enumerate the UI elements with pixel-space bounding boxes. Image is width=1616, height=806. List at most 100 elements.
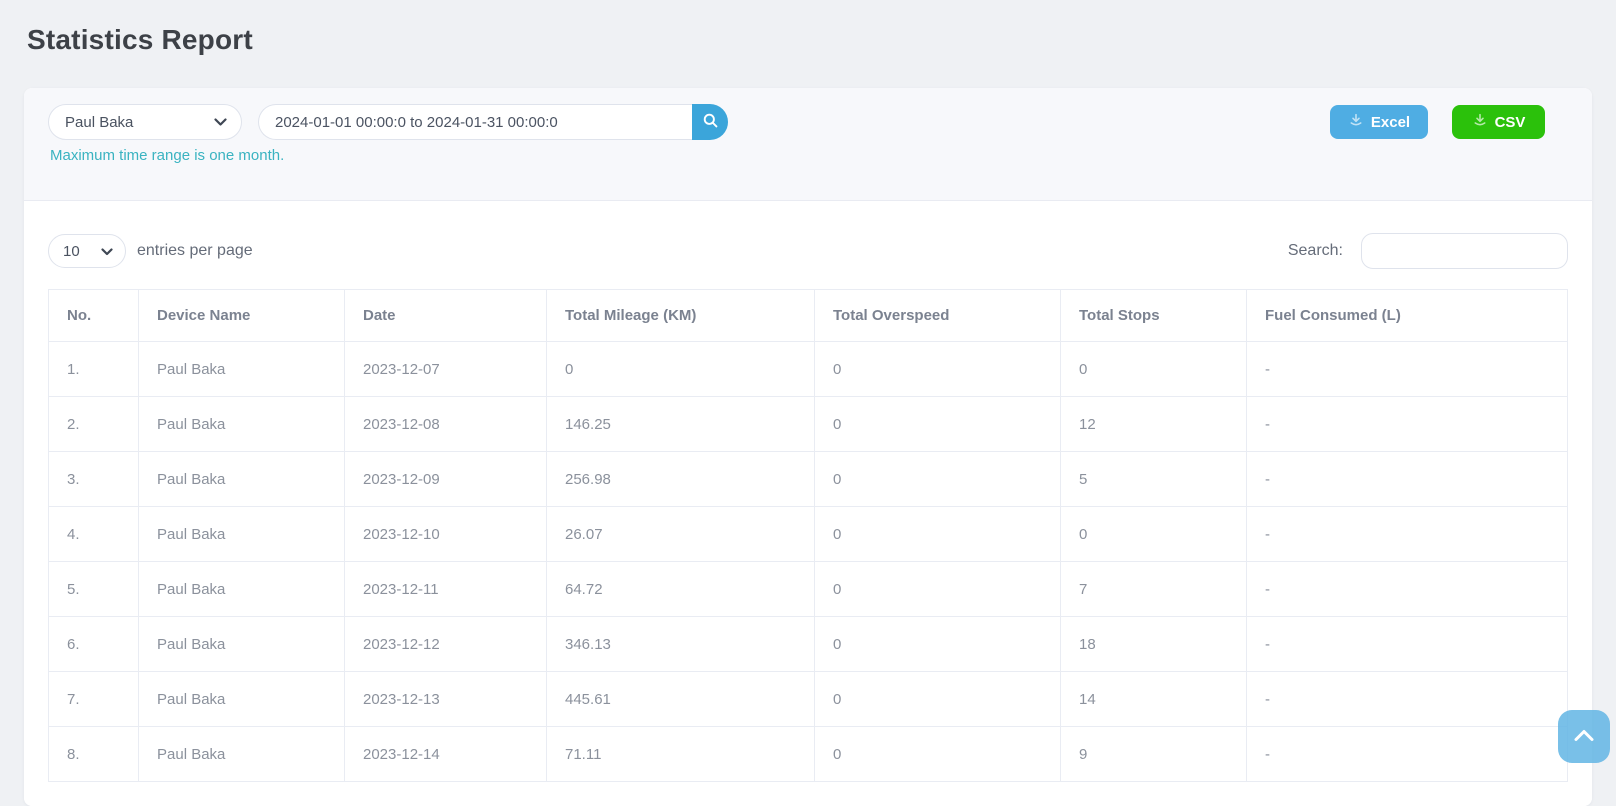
search-icon <box>701 111 720 133</box>
time-range-helper-text: Maximum time range is one month. <box>50 147 285 164</box>
column-header: Total Stops <box>1060 289 1247 342</box>
table-cell: - <box>1246 396 1568 452</box>
page-size-group: 10 entries per page <box>48 234 253 268</box>
table-cell: - <box>1246 726 1568 782</box>
table-cell: 0 <box>814 616 1061 672</box>
table-search-group: Search: <box>1288 233 1568 269</box>
table-cell: 2023-12-12 <box>344 616 547 672</box>
table-cell: 7 <box>1060 561 1247 617</box>
export-csv-label: CSV <box>1494 113 1526 131</box>
table-cell: 5 <box>1060 451 1247 507</box>
table-row: 7. Paul Baka 2023-12-13 445.61 0 14- <box>48 671 1568 727</box>
filter-row: Paul Baka Excel <box>48 104 1568 140</box>
export-excel-label: Excel <box>1370 113 1411 131</box>
table-cell: 64.72 <box>546 561 815 617</box>
table-cell: - <box>1246 451 1568 507</box>
table-cell: - <box>1246 671 1568 727</box>
table-cell: 445.61 <box>546 671 815 727</box>
table-cell: - <box>1246 341 1568 397</box>
table-cell: 26.07 <box>546 506 815 562</box>
table-cell: 2023-12-07 <box>344 341 547 397</box>
column-header: No. <box>48 289 139 342</box>
table-cell: 2023-12-10 <box>344 506 547 562</box>
table-cell: 9 <box>1060 726 1247 782</box>
table-cell: 2023-12-14 <box>344 726 547 782</box>
table-cell: 14 <box>1060 671 1247 727</box>
table-cell: 0 <box>814 396 1061 452</box>
table-cell: 2023-12-09 <box>344 451 547 507</box>
table-cell: 0 <box>814 671 1061 727</box>
table-cell: 2. <box>48 396 139 452</box>
column-header: Date <box>344 289 547 342</box>
page-size-value: 10 <box>63 242 80 260</box>
export-excel-button[interactable]: Excel <box>1330 105 1428 139</box>
table-row: 5. Paul Baka 2023-12-11 64.72 0 7- <box>48 561 1568 617</box>
table-search-label: Search: <box>1287 242 1343 259</box>
table-cell: - <box>1246 561 1568 617</box>
table-cell: 0 <box>814 341 1061 397</box>
table-cell: 12 <box>1060 396 1247 452</box>
table-cell: 18 <box>1060 616 1247 672</box>
table-cell: 1. <box>48 341 139 397</box>
table-cell: Paul Baka <box>138 616 345 672</box>
table-cell: 0 <box>814 451 1061 507</box>
table-cell: 0 <box>1060 506 1247 562</box>
table-cell: 3. <box>48 451 139 507</box>
table-row: 8. Paul Baka 2023-12-14 71.11 0 9- <box>48 726 1568 782</box>
page-size-select[interactable]: 10 <box>48 234 126 268</box>
table-cell: - <box>1246 506 1568 562</box>
table-cell: Paul Baka <box>138 396 345 452</box>
table-cell: 0 <box>814 561 1061 617</box>
table-controls: 10 entries per page Search: <box>48 233 1568 269</box>
table-cell: Paul Baka <box>138 561 345 617</box>
device-select[interactable]: Paul Baka <box>48 104 242 140</box>
table-cell: 256.98 <box>546 451 815 507</box>
table-search-input[interactable] <box>1361 233 1568 269</box>
table-panel: 10 entries per page Search: No. Device Na… <box>24 201 1592 806</box>
table-cell: Paul Baka <box>138 506 345 562</box>
table-row: 6. Paul Baka 2023-12-12 346.13 0 18- <box>48 616 1568 672</box>
date-range-group <box>258 104 728 140</box>
table-cell: - <box>1246 616 1568 672</box>
table-cell: 346.13 <box>546 616 815 672</box>
search-submit-button[interactable] <box>692 104 728 140</box>
report-card: Paul Baka Excel <box>24 88 1592 806</box>
table-cell: 0 <box>1060 341 1247 397</box>
chevron-down-icon <box>214 114 227 131</box>
table-row: 3. Paul Baka 2023-12-09 256.98 0 5- <box>48 451 1568 507</box>
download-icon <box>1472 112 1488 132</box>
table-cell: 0 <box>814 726 1061 782</box>
table-cell: 4. <box>48 506 139 562</box>
table-header: No. Device Name Date Total Mileage (KM) Tota… <box>48 289 1568 342</box>
table-cell: Paul Baka <box>138 451 345 507</box>
date-range-input[interactable] <box>258 104 692 140</box>
column-header: Fuel Consumed (L) <box>1246 289 1568 342</box>
entries-per-page-label: entries per page <box>137 242 253 259</box>
table-row: 1. Paul Baka 2023-12-07 0 0 0- <box>48 341 1568 397</box>
table-cell: Paul Baka <box>138 671 345 727</box>
statistics-table: No. Device Name Date Total Mileage (KM) Tota… <box>48 289 1568 782</box>
table-cell: 6. <box>48 616 139 672</box>
column-header: Total Mileage (KM) <box>546 289 815 342</box>
chevron-up-icon <box>1573 728 1595 745</box>
page-title: Statistics Report <box>27 24 253 55</box>
table-cell: Paul Baka <box>138 726 345 782</box>
table-cell: Paul Baka <box>138 341 345 397</box>
table-cell: 2023-12-11 <box>344 561 547 617</box>
table-cell: 0 <box>546 341 815 397</box>
download-icon <box>1348 112 1364 132</box>
table-cell: 2023-12-13 <box>344 671 547 727</box>
table-cell: 146.25 <box>546 396 815 452</box>
column-header: Device Name <box>138 289 345 342</box>
table-header-row: No. Device Name Date Total Mileage (KM) Tota… <box>48 289 1568 342</box>
table-body: 1. Paul Baka 2023-12-07 0 0 0-2. Paul Baka 2023… <box>48 341 1568 782</box>
device-select-value: Paul Baka <box>65 113 134 131</box>
table-row: 4. Paul Baka 2023-12-10 26.07 0 0- <box>48 506 1568 562</box>
scroll-to-top-button[interactable] <box>1558 710 1610 763</box>
table-cell: 7. <box>48 671 139 727</box>
column-header: Total Overspeed <box>814 289 1061 342</box>
table-cell: 8. <box>48 726 139 782</box>
table-cell: 5. <box>48 561 139 617</box>
export-csv-button[interactable]: CSV <box>1452 105 1545 139</box>
table-cell: 2023-12-08 <box>344 396 547 452</box>
